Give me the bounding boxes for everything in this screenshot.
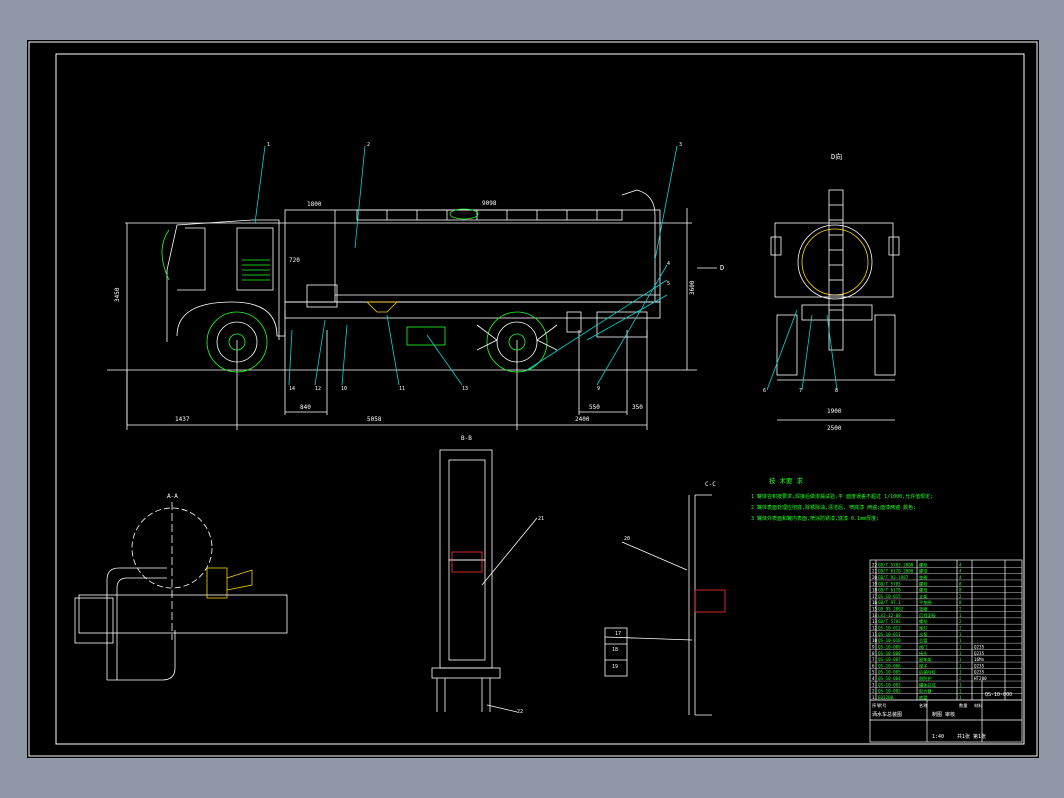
rear-view	[766, 189, 900, 421]
side-view	[107, 145, 717, 430]
section-aa-view	[74, 502, 288, 681]
inner-border	[55, 53, 1025, 745]
drawing-canvas	[28, 41, 1038, 757]
section-bb-view	[431, 449, 538, 713]
parts-table-frame	[869, 559, 1023, 743]
outer-border	[28, 41, 1038, 757]
cad-viewport[interactable]: 3450 3600 1437 5058 2400 840 550 350 909…	[27, 40, 1039, 758]
section-cc-view	[604, 494, 726, 716]
